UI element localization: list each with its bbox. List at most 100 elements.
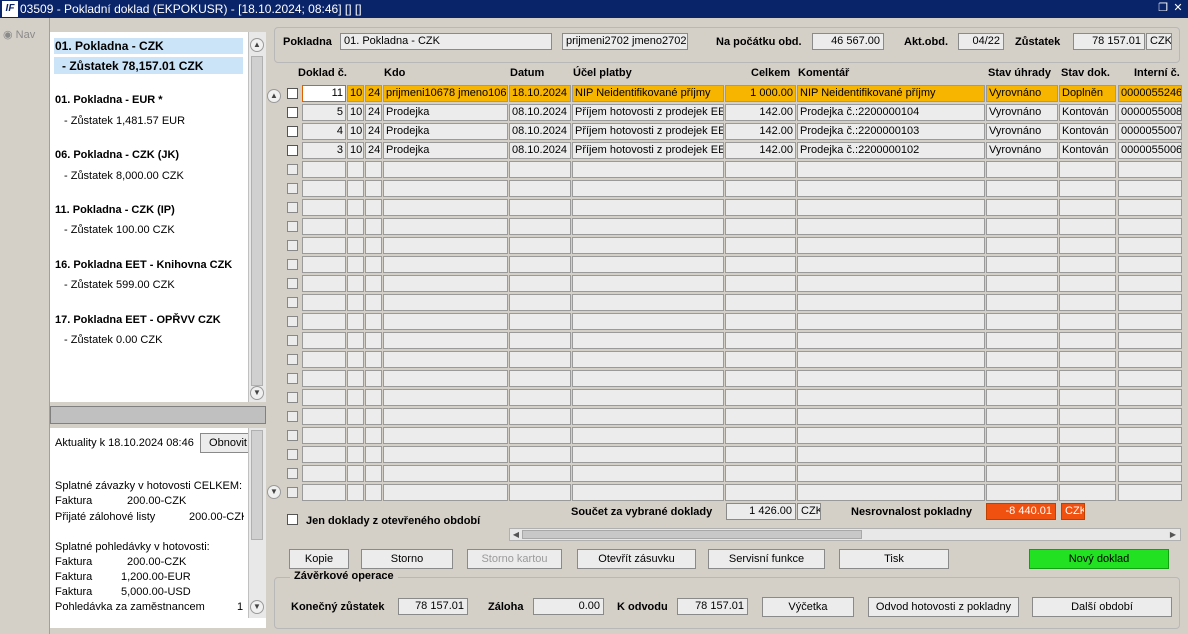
cell-doc-number[interactable]: 5: [302, 104, 346, 121]
cell-comment[interactable]: Prodejka č.:2200000102: [797, 142, 985, 159]
column-header-stav-dok[interactable]: Stav dok.: [1061, 67, 1110, 79]
cell-comment[interactable]: [797, 427, 985, 444]
cell-internal-number[interactable]: [1118, 446, 1182, 463]
cell-doc-month[interactable]: [347, 446, 364, 463]
cell-total[interactable]: [725, 389, 796, 406]
sum-field[interactable]: 1 426.00: [726, 503, 796, 520]
cell-purpose[interactable]: [572, 237, 724, 254]
cell-who[interactable]: [383, 351, 508, 368]
cell-date[interactable]: [509, 237, 571, 254]
cell-doc-year[interactable]: [365, 484, 382, 501]
cell-doc-status[interactable]: [1059, 237, 1116, 254]
service-functions-button[interactable]: Servisní funkce: [708, 549, 825, 569]
cell-payment-status[interactable]: Vyrovnáno: [986, 104, 1058, 121]
cell-internal-number[interactable]: [1118, 370, 1182, 387]
cell-who[interactable]: [383, 218, 508, 235]
cell-comment[interactable]: [797, 465, 985, 482]
cell-date[interactable]: [509, 180, 571, 197]
cell-total[interactable]: [725, 275, 796, 292]
cashbox-list-scrollbar[interactable]: ▲ ▼: [248, 32, 266, 402]
cell-total[interactable]: [725, 484, 796, 501]
user-field[interactable]: prijmeni2702 jmeno2702: [562, 33, 688, 50]
transfer-field[interactable]: 78 157.01: [677, 598, 748, 615]
cell-internal-number[interactable]: [1118, 332, 1182, 349]
cell-who[interactable]: [383, 275, 508, 292]
cell-doc-year[interactable]: [365, 332, 382, 349]
cell-total[interactable]: [725, 370, 796, 387]
cell-internal-number[interactable]: [1118, 237, 1182, 254]
row-select-checkbox[interactable]: [287, 240, 298, 251]
cell-who[interactable]: [383, 389, 508, 406]
cell-doc-status[interactable]: [1059, 180, 1116, 197]
cell-doc-month[interactable]: 10: [347, 123, 364, 140]
info-scrollbar[interactable]: ▼: [248, 428, 266, 618]
cell-who[interactable]: [383, 161, 508, 178]
cell-payment-status[interactable]: [986, 294, 1058, 311]
cell-doc-month[interactable]: 10: [347, 85, 364, 102]
cell-doc-number[interactable]: [302, 370, 346, 387]
cell-doc-status[interactable]: [1059, 408, 1116, 425]
cell-who[interactable]: [383, 199, 508, 216]
cell-who[interactable]: Prodejka: [383, 123, 508, 140]
row-select-checkbox[interactable]: [287, 411, 298, 422]
cell-comment[interactable]: [797, 351, 985, 368]
row-select-checkbox[interactable]: [287, 221, 298, 232]
cell-payment-status[interactable]: [986, 256, 1058, 273]
column-header-komentar[interactable]: Komentář: [798, 67, 849, 79]
cell-comment[interactable]: [797, 256, 985, 273]
cell-doc-number[interactable]: [302, 294, 346, 311]
discrepancy-field[interactable]: -8 440.01: [986, 503, 1056, 520]
cell-doc-status[interactable]: [1059, 256, 1116, 273]
cell-payment-status[interactable]: [986, 484, 1058, 501]
cell-payment-status[interactable]: [986, 427, 1058, 444]
row-select-checkbox[interactable]: [287, 183, 298, 194]
cell-who[interactable]: [383, 446, 508, 463]
cell-total[interactable]: [725, 199, 796, 216]
cell-doc-number[interactable]: [302, 161, 346, 178]
cell-internal-number[interactable]: 0000055008: [1118, 104, 1182, 121]
scroll-down-icon[interactable]: ▼: [250, 600, 264, 614]
cell-comment[interactable]: Prodejka č.:2200000104: [797, 104, 985, 121]
cell-comment[interactable]: [797, 313, 985, 330]
cell-payment-status[interactable]: [986, 161, 1058, 178]
cashbox-item-name[interactable]: 17. Pokladna EET - OPŘVV CZK: [55, 314, 221, 326]
cell-comment[interactable]: [797, 275, 985, 292]
cell-doc-month[interactable]: [347, 237, 364, 254]
cell-doc-number[interactable]: 11: [302, 85, 346, 102]
cell-doc-number[interactable]: [302, 275, 346, 292]
cell-who[interactable]: [383, 256, 508, 273]
cell-who[interactable]: [383, 237, 508, 254]
cell-total[interactable]: 142.00: [725, 123, 796, 140]
scrollbar-thumb[interactable]: [251, 56, 263, 386]
cell-total[interactable]: [725, 465, 796, 482]
cell-purpose[interactable]: [572, 161, 724, 178]
column-header-datum[interactable]: Datum: [510, 67, 544, 79]
active-period-field[interactable]: 04/22: [958, 33, 1004, 50]
cell-doc-month[interactable]: [347, 256, 364, 273]
open-drawer-button[interactable]: Otevřít zásuvku: [577, 549, 696, 569]
cell-who[interactable]: [383, 180, 508, 197]
cell-doc-status[interactable]: [1059, 446, 1116, 463]
cell-date[interactable]: [509, 370, 571, 387]
cell-internal-number[interactable]: [1118, 484, 1182, 501]
cell-purpose[interactable]: [572, 408, 724, 425]
cell-internal-number[interactable]: [1118, 389, 1182, 406]
cell-payment-status[interactable]: [986, 313, 1058, 330]
cell-comment[interactable]: Prodejka č.:2200000103: [797, 123, 985, 140]
cell-total[interactable]: [725, 332, 796, 349]
cell-total[interactable]: 1 000.00: [725, 85, 796, 102]
cell-doc-number[interactable]: [302, 408, 346, 425]
cell-doc-number[interactable]: [302, 180, 346, 197]
cell-date[interactable]: [509, 199, 571, 216]
cell-date[interactable]: [509, 332, 571, 349]
scroll-right-icon[interactable]: ▶: [1168, 529, 1178, 540]
cell-purpose[interactable]: Příjem hotovosti z prodejek EET: [572, 104, 724, 121]
cell-payment-status[interactable]: [986, 275, 1058, 292]
cell-doc-year[interactable]: 24: [365, 85, 382, 102]
cell-date[interactable]: [509, 294, 571, 311]
cell-doc-year[interactable]: [365, 294, 382, 311]
cell-purpose[interactable]: [572, 313, 724, 330]
cell-date[interactable]: [509, 313, 571, 330]
cell-who[interactable]: [383, 370, 508, 387]
row-select-checkbox[interactable]: [287, 202, 298, 213]
